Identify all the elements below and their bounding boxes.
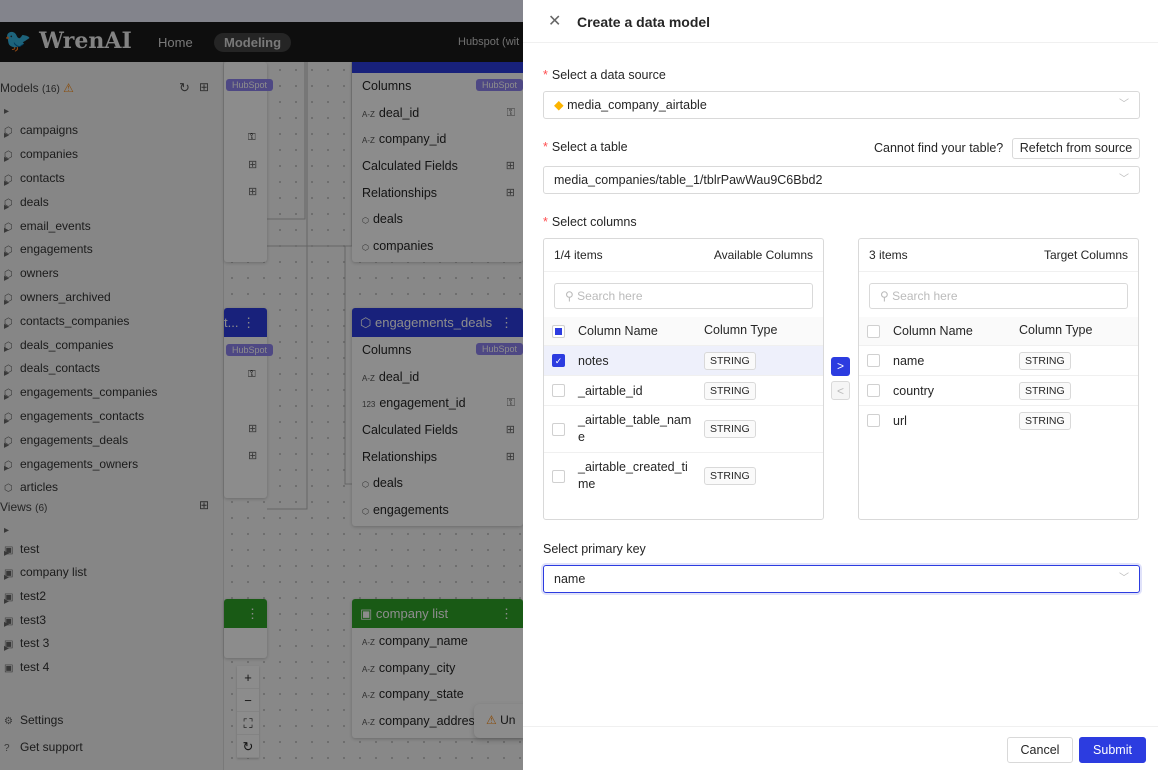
refetch-button[interactable]: Refetch from source — [1012, 138, 1140, 159]
target-columns-panel: 3 items Target Columns ⚲ Search here Colu… — [858, 238, 1139, 520]
table-row[interactable]: _airtable_id STRING — [544, 376, 823, 406]
row-checkbox[interactable] — [552, 470, 565, 483]
label-text: Select a data source — [551, 68, 666, 82]
drawer-footer: Cancel Submit — [523, 726, 1158, 770]
primary-key-select[interactable]: name ﹀ — [543, 565, 1140, 593]
data-source-label: * Select a data source — [543, 68, 666, 82]
label-text: Select a table — [551, 140, 628, 154]
table-header: Column Name Column Type — [859, 317, 1138, 346]
available-columns-panel: 1/4 items Available Columns ⚲ Search here… — [543, 238, 824, 520]
table-header: Column Name Column Type — [544, 317, 823, 346]
search-placeholder: Search here — [577, 289, 643, 303]
target-search-input[interactable]: ⚲ Search here — [869, 283, 1128, 309]
table-row[interactable]: country STRING — [859, 376, 1138, 406]
create-model-drawer: ✕ Create a data model * Select a data sou… — [523, 0, 1158, 770]
table-row[interactable]: url STRING — [859, 406, 1138, 436]
select-value: name — [554, 572, 586, 586]
search-icon: ⚲ — [565, 289, 574, 303]
type-badge: STRING — [704, 352, 756, 370]
available-search-input[interactable]: ⚲ Search here — [554, 283, 813, 309]
table-row[interactable]: name STRING — [859, 346, 1138, 376]
columns-label: * Select columns — [543, 215, 637, 229]
close-icon[interactable]: ✕ — [548, 11, 561, 31]
item-count: 3 items — [869, 248, 908, 262]
col-name-header: Column Name — [578, 324, 658, 338]
column-name: notes — [578, 354, 609, 368]
row-checkbox[interactable] — [867, 384, 880, 397]
select-all-checkbox[interactable] — [867, 325, 880, 338]
row-checkbox[interactable] — [867, 354, 880, 367]
primary-key-label: Select primary key — [543, 542, 646, 556]
select-all-checkbox[interactable] — [552, 325, 565, 338]
move-left-button[interactable]: < — [831, 381, 850, 400]
row-checkbox[interactable] — [867, 414, 880, 427]
type-badge: STRING — [1019, 412, 1071, 430]
panel-title: Target Columns — [1043, 248, 1128, 262]
column-name: url — [893, 414, 907, 428]
row-checkbox[interactable] — [552, 384, 565, 397]
chevron-down-icon: ﹀ — [1119, 174, 1129, 185]
chevron-down-icon: ﹀ — [1119, 573, 1129, 584]
column-name: country — [893, 384, 934, 398]
move-right-button[interactable]: > — [831, 357, 850, 376]
type-badge: STRING — [704, 382, 756, 400]
select-value: media_companies/table_1/tblrPawWau9C6Bbd… — [554, 173, 823, 187]
table-row[interactable]: _airtable_table_name STRING — [544, 406, 823, 453]
airtable-icon: ◆ — [554, 98, 564, 112]
item-count: 1/4 items — [554, 248, 603, 262]
table-row[interactable]: ✓ notes STRING — [544, 346, 823, 376]
label-text: Select columns — [551, 215, 637, 229]
table-select[interactable]: media_companies/table_1/tblrPawWau9C6Bbd… — [543, 166, 1140, 194]
col-type-header: Column Type — [704, 323, 778, 337]
data-source-select[interactable]: ◆ media_company_airtable ﹀ — [543, 91, 1140, 119]
column-name: name — [893, 354, 925, 368]
panel-title: Available Columns — [713, 248, 813, 262]
submit-button[interactable]: Submit — [1079, 737, 1146, 763]
search-placeholder: Search here — [892, 289, 958, 303]
row-checkbox-checked[interactable]: ✓ — [552, 354, 565, 367]
drawer-title: Create a data model — [577, 14, 711, 30]
table-hint: Cannot find your table? — [874, 141, 1004, 155]
drawer-header: ✕ Create a data model — [523, 0, 1158, 43]
chevron-down-icon: ﹀ — [1119, 99, 1129, 110]
col-name-header: Column Name — [893, 324, 973, 338]
table-row[interactable]: _airtable_created_time STRING — [544, 453, 823, 500]
column-name: _airtable_created_time — [578, 460, 688, 491]
column-name: _airtable_table_name — [578, 413, 692, 444]
select-value: media_company_airtable — [567, 98, 707, 112]
type-badge: STRING — [1019, 382, 1071, 400]
type-badge: STRING — [704, 420, 756, 438]
search-icon: ⚲ — [880, 289, 889, 303]
row-checkbox[interactable] — [552, 423, 565, 436]
col-type-header: Column Type — [1019, 323, 1093, 337]
table-label: * Select a table — [543, 140, 628, 154]
type-badge: STRING — [1019, 352, 1071, 370]
type-badge: STRING — [704, 467, 756, 485]
column-name: _airtable_id — [578, 384, 643, 398]
cancel-button[interactable]: Cancel — [1007, 737, 1073, 763]
